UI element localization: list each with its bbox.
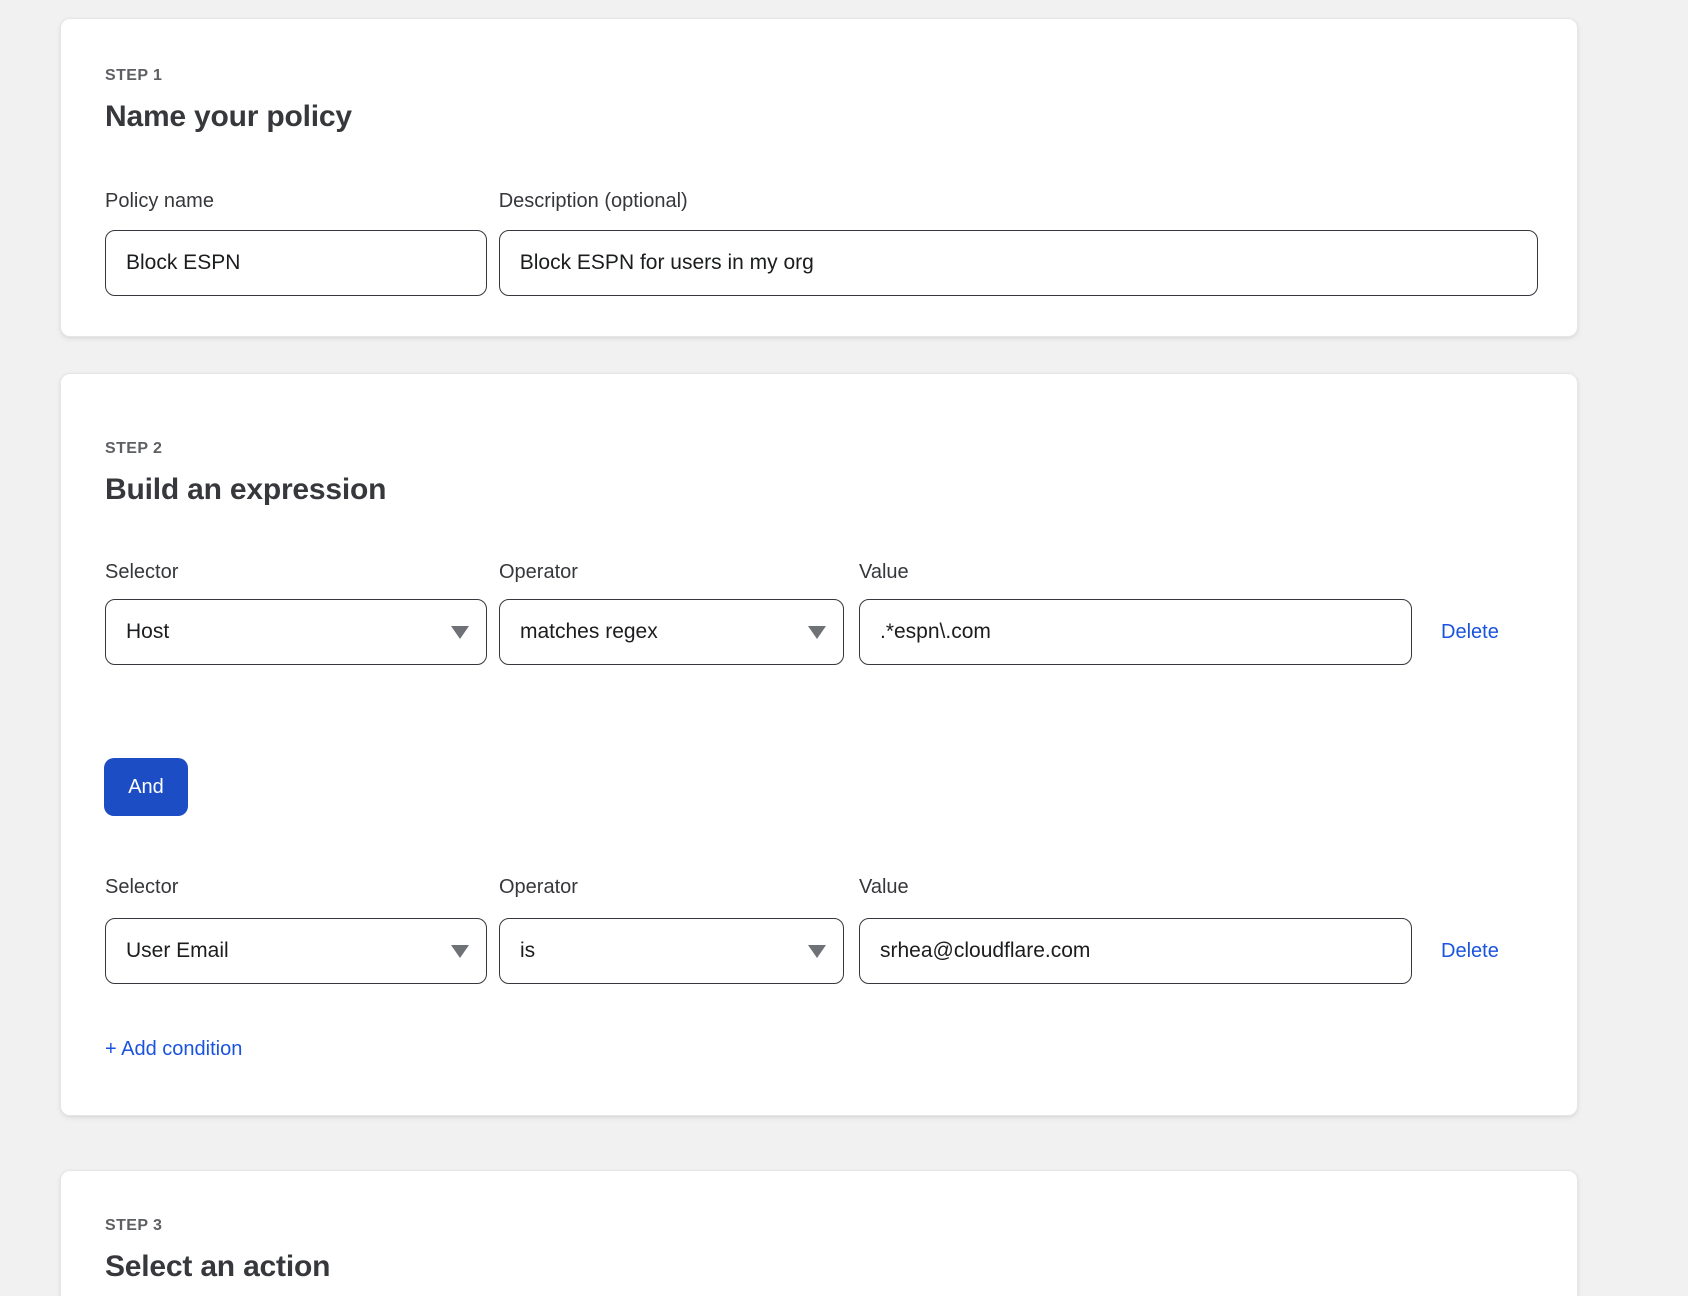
description-input[interactable] [499, 230, 1538, 296]
step1-title: Name your policy [105, 100, 1538, 134]
condition-2-labels: Selector Operator Value [105, 874, 1538, 900]
operator-dropdown-value: is [520, 939, 535, 963]
operator-dropdown[interactable]: is [499, 918, 844, 984]
selector-dropdown-value: User Email [126, 939, 229, 963]
selector-dropdown[interactable]: User Email [105, 918, 487, 984]
caret-down-icon [808, 626, 826, 639]
delete-condition-link[interactable]: Delete [1441, 940, 1499, 962]
selector-dropdown-value: Host [126, 620, 169, 644]
delete-condition-link[interactable]: Delete [1441, 621, 1499, 643]
value-input[interactable] [859, 918, 1412, 984]
step1-eyebrow: STEP 1 [105, 67, 1538, 84]
selector-label: Selector [105, 559, 487, 585]
condition-row-2: User Email is Delete [105, 918, 1538, 984]
condition-1-labels: Selector Operator Value [105, 559, 1538, 585]
step3-eyebrow: STEP 3 [105, 1217, 1538, 1234]
selector-label: Selector [105, 874, 487, 900]
caret-down-icon [808, 945, 826, 958]
value-label: Value [859, 559, 1412, 585]
and-button[interactable]: And [104, 758, 188, 816]
step2-card: STEP 2 Build an expression Selector Oper… [60, 373, 1578, 1116]
value-label: Value [859, 874, 1412, 900]
operator-label: Operator [499, 559, 844, 585]
operator-label: Operator [499, 874, 844, 900]
policy-name-label: Policy name [105, 188, 487, 214]
description-label: Description (optional) [499, 188, 1538, 214]
step3-card: STEP 3 Select an action [60, 1170, 1578, 1296]
selector-dropdown[interactable]: Host [105, 599, 487, 665]
operator-dropdown[interactable]: matches regex [499, 599, 844, 665]
add-condition-link[interactable]: + Add condition [105, 1038, 242, 1061]
step3-title: Select an action [105, 1250, 1538, 1284]
policy-name-input[interactable] [105, 230, 487, 296]
step1-card: STEP 1 Name your policy Policy name Desc… [60, 18, 1578, 337]
operator-dropdown-value: matches regex [520, 620, 658, 644]
condition-row-1: Host matches regex Delete [105, 599, 1538, 665]
step2-eyebrow: STEP 2 [105, 440, 1538, 457]
value-input[interactable] [859, 599, 1412, 665]
caret-down-icon [451, 945, 469, 958]
step2-title: Build an expression [105, 473, 1538, 507]
caret-down-icon [451, 626, 469, 639]
